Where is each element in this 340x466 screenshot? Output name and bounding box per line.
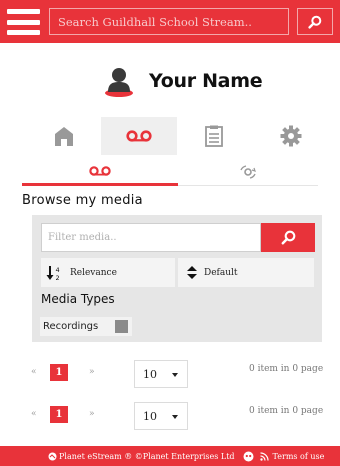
svg-text:4: 4 — [56, 266, 60, 274]
user-name: Your Name — [149, 70, 263, 92]
search-icon — [308, 15, 322, 29]
gear-icon — [280, 125, 302, 147]
page-size-value: 10 — [143, 409, 157, 423]
pagination-bottom: « 1 » 10 0 item in 0 page — [0, 402, 340, 432]
next-page-button[interactable]: » — [89, 367, 95, 377]
link-icon — [240, 165, 256, 179]
recordings-icon — [89, 165, 111, 176]
browse-title: Browse my media — [22, 193, 143, 208]
media-type-label: Recordings — [43, 321, 99, 332]
media-type-checkbox[interactable] — [115, 320, 128, 333]
prev-page-button[interactable]: « — [31, 409, 37, 419]
svg-text:2: 2 — [56, 274, 60, 281]
search-input[interactable] — [49, 8, 289, 35]
tab-clipboard[interactable] — [194, 117, 234, 155]
pagination-top: « 1 » 10 0 item in 0 page — [0, 360, 340, 390]
order-select[interactable]: Default — [178, 258, 314, 287]
pagination-info: 0 item in 0 page — [249, 406, 324, 416]
sort-select[interactable]: 4 2 Relevance — [41, 258, 175, 287]
user-icon — [102, 64, 136, 98]
page-size-select[interactable]: 10 — [134, 360, 188, 388]
home-icon — [55, 127, 73, 146]
page-number-button[interactable]: 1 — [50, 364, 68, 381]
filter-search-button[interactable] — [261, 223, 315, 252]
top-bar — [0, 0, 340, 43]
chevron-down-icon — [172, 373, 178, 377]
rss-icon — [259, 451, 269, 461]
footer-terms-link[interactable]: Terms of use — [259, 451, 325, 461]
recordings-icon — [126, 130, 152, 142]
sort-numeric-icon: 4 2 — [46, 265, 60, 281]
media-type-recordings[interactable]: Recordings — [40, 317, 132, 336]
terms-text: Terms of use — [272, 451, 325, 461]
planet-icon — [48, 452, 57, 460]
page-number-button[interactable]: 1 — [50, 406, 68, 423]
profile-header: Your Name — [102, 64, 263, 98]
subtab-links[interactable] — [178, 158, 318, 186]
filter-input[interactable] — [41, 223, 261, 252]
footer: Planet eStream ® ©Planet Enterprises Ltd… — [0, 446, 340, 466]
page-size-select[interactable]: 10 — [134, 402, 188, 430]
copyright-text: Planet eStream ® ©Planet Enterprises Ltd — [59, 451, 235, 461]
sort-updown-icon — [187, 266, 197, 279]
search-button[interactable] — [297, 8, 333, 35]
next-page-button[interactable]: » — [89, 409, 95, 419]
hamburger-icon[interactable] — [7, 9, 40, 35]
order-label: Default — [204, 267, 238, 278]
tab-home[interactable] — [44, 117, 84, 155]
pagination-info: 0 item in 0 page — [249, 364, 324, 374]
accessibility-icon[interactable] — [243, 451, 254, 462]
tab-recordings[interactable] — [101, 117, 177, 155]
page-size-value: 10 — [143, 367, 157, 381]
footer-copyright[interactable]: Planet eStream ® ©Planet Enterprises Ltd — [48, 452, 235, 461]
media-subtabs — [22, 158, 318, 186]
subtab-recordings[interactable] — [22, 158, 178, 186]
tab-settings[interactable] — [271, 117, 311, 155]
clipboard-icon — [205, 125, 223, 147]
media-types-title: Media Types — [41, 292, 115, 306]
prev-page-button[interactable]: « — [31, 367, 37, 377]
sort-label: Relevance — [70, 267, 117, 278]
search-icon — [281, 230, 295, 245]
chevron-down-icon — [172, 415, 178, 419]
filter-panel: 4 2 Relevance Default Media Types Record… — [32, 215, 322, 342]
